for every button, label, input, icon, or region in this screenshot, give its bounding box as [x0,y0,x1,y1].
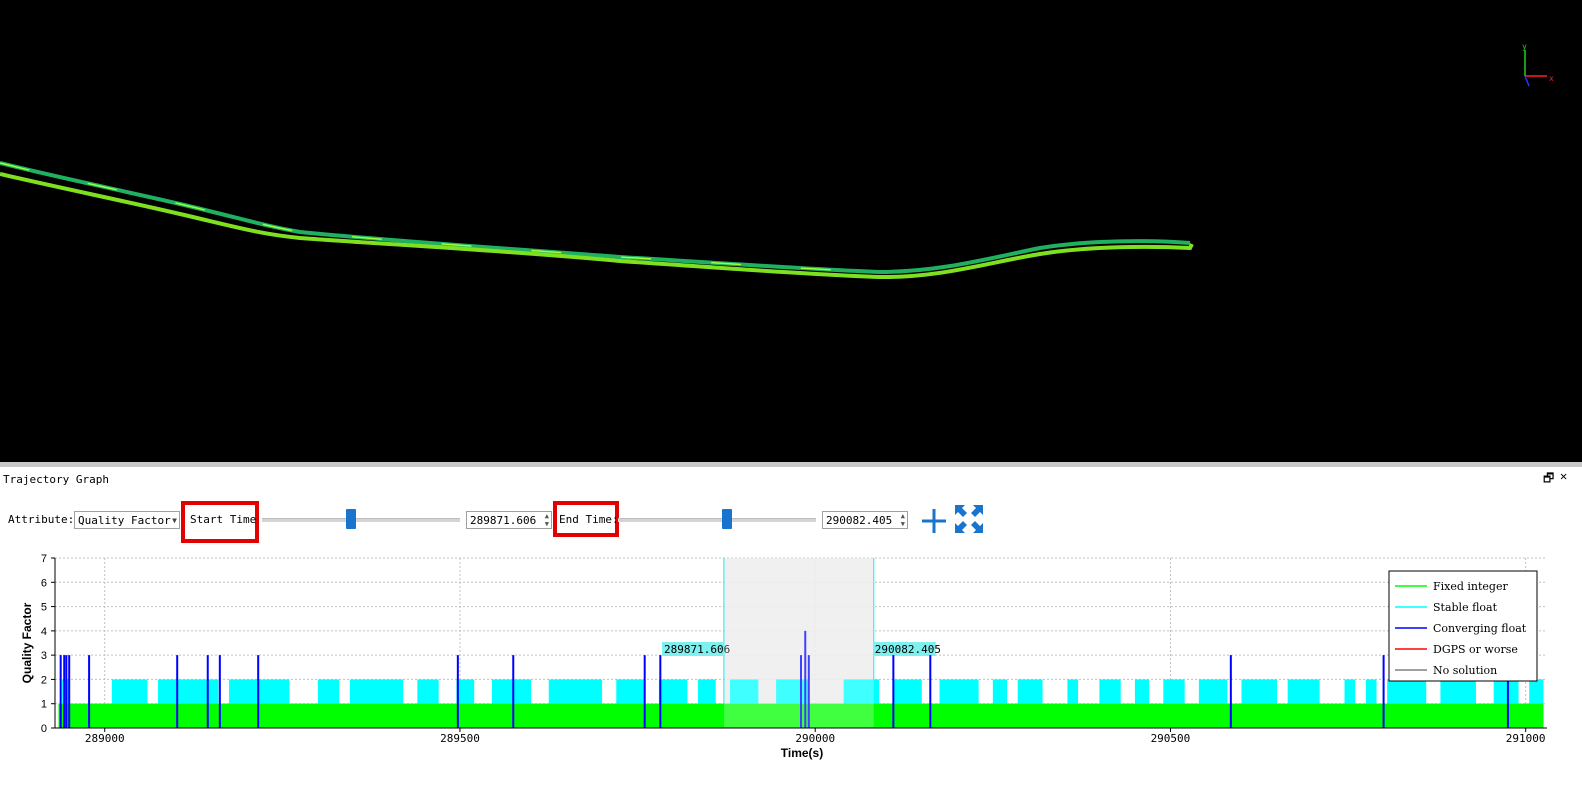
x-axis-label: Time(s) [781,746,823,760]
y-tick-label: 6 [41,577,47,589]
x-tick-label: 290500 [1151,732,1191,745]
legend-label: Converging float [1433,622,1527,635]
y-tick-label: 7 [41,553,47,565]
y-tick-label: 1 [41,699,47,711]
x-tick-label: 291000 [1506,732,1546,745]
legend-label: Stable float [1433,601,1498,614]
y-tick-label: 2 [41,674,47,686]
legend-label: DGPS or worse [1433,643,1518,656]
selection-overlay [723,558,874,728]
quality-factor-chart: 289871.606 290082.405 0 1 2 3 4 5 6 7 289000 28950… [20,553,1547,760]
chart-series [58,558,1544,728]
y-axis-label: Quality Factor [20,602,34,683]
y-tick-label: 4 [41,626,47,638]
x-tick-label: 289000 [85,732,125,745]
y-tick-label: 0 [41,723,47,735]
x-tick-label: 289500 [440,732,480,745]
legend-label: No solution [1433,664,1497,677]
selection-start-label: 289871.606 [664,643,730,656]
selection-end-label: 290082.405 [875,643,941,656]
chart-legend: Fixed integer Stable float Converging floa… [1388,570,1538,682]
y-tick-label: 3 [41,650,47,662]
legend-label: Fixed integer [1433,580,1508,593]
x-tick-label: 290000 [795,732,835,745]
y-tick-label: 5 [41,602,47,614]
